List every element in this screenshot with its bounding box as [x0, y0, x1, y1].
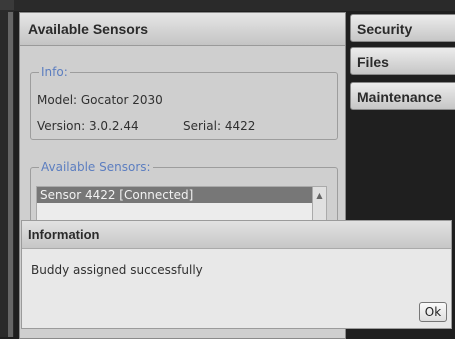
information-dialog: Information Buddy assigned successfully … [21, 220, 452, 329]
info-group: Info: Model: Gocator 2030 Version: 3.0.2… [30, 65, 338, 140]
left-edge-header [0, 0, 14, 10]
available-sensors-legend: Available Sensors: [41, 160, 151, 174]
scroll-up-arrow-icon[interactable]: ▲ [313, 191, 326, 200]
dialog-title: Information [22, 221, 451, 249]
nav-maintenance[interactable]: Maintenance [350, 82, 455, 110]
nav-security[interactable]: Security [350, 14, 455, 42]
panel-title: Available Sensors [20, 13, 345, 46]
version-text: Version: 3.0.2.44 [37, 119, 139, 133]
ok-button[interactable]: Ok [419, 302, 447, 322]
info-legend: Info: [41, 65, 68, 79]
serial-text: Serial: 4422 [183, 119, 256, 133]
top-bar [0, 0, 455, 11]
left-panel-scrollbar[interactable] [8, 12, 13, 337]
dialog-message: Buddy assigned successfully [31, 263, 203, 277]
nav-files[interactable]: Files [350, 47, 455, 75]
left-edge-panel [0, 0, 14, 337]
sensor-list-item[interactable]: Sensor 4422 [Connected] [37, 187, 312, 203]
model-text: Model: Gocator 2030 [37, 93, 163, 107]
